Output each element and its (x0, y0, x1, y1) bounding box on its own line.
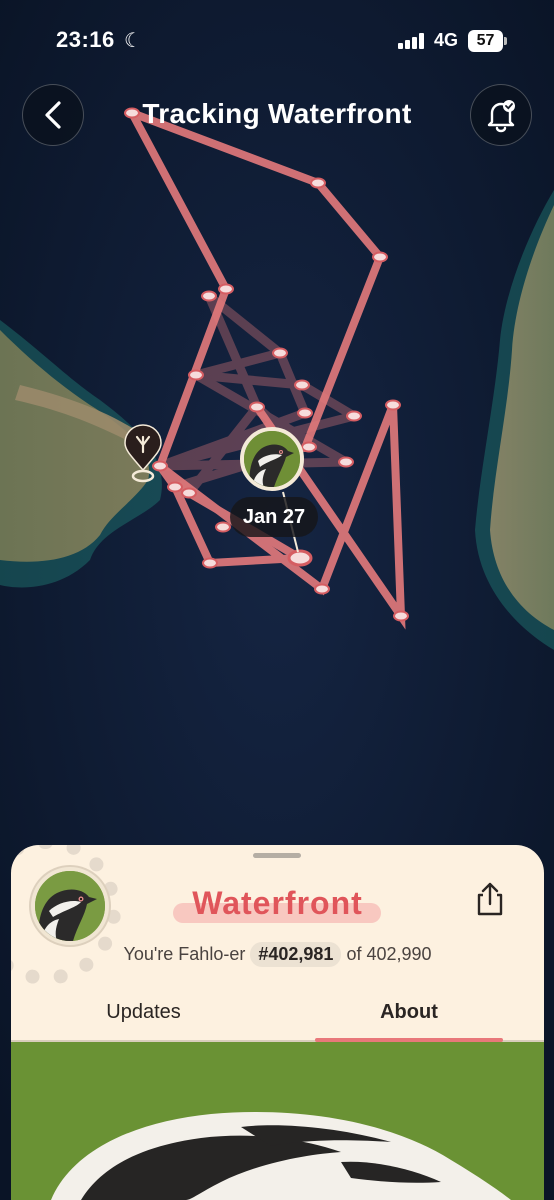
rank-badge: #402,981 (250, 942, 342, 967)
battery-icon: 57 (468, 30, 508, 52)
moon-icon: ☾ (124, 30, 142, 52)
battery-level: 57 (468, 30, 503, 52)
sheet-grabber[interactable] (253, 853, 301, 858)
route-node[interactable] (294, 379, 310, 391)
route-node[interactable] (249, 401, 265, 413)
route-node[interactable] (188, 369, 204, 381)
route-node[interactable] (310, 177, 326, 189)
current-location-node[interactable] (287, 549, 313, 567)
signal-icon (398, 33, 426, 49)
route-node[interactable] (301, 441, 317, 453)
penguin-avatar-icon (244, 431, 300, 487)
bell-check-icon (487, 100, 515, 133)
tab-updates[interactable]: Updates (51, 990, 236, 1042)
share-icon (477, 882, 503, 916)
route-node[interactable] (167, 481, 183, 493)
route-node[interactable] (393, 610, 409, 622)
about-hero-image (11, 1042, 544, 1200)
route-node[interactable] (215, 521, 231, 533)
status-bar: 23:16 ☾ 4G 57 (0, 0, 554, 84)
route-node[interactable] (201, 290, 217, 302)
route-node[interactable] (218, 283, 234, 295)
route-node[interactable] (346, 410, 362, 422)
route-node[interactable] (338, 456, 354, 468)
route-node[interactable] (385, 399, 401, 411)
network-type: 4G (434, 30, 459, 50)
screen: Jan 27 23:16 ☾ 4G 57 Tracking Waterfront (0, 0, 554, 1200)
profile-sheet[interactable]: Waterfront You're Fahlo-er #402,981 of 4… (11, 845, 544, 1200)
penguin-location-marker[interactable] (240, 427, 304, 491)
notifications-button[interactable] (470, 84, 532, 146)
share-button[interactable] (473, 881, 507, 917)
route-node[interactable] (272, 347, 288, 359)
route-node[interactable] (297, 407, 313, 419)
route-node[interactable] (202, 557, 218, 569)
route-node[interactable] (314, 583, 330, 595)
rank-line: You're Fahlo-er #402,981 of 402,990 (11, 942, 544, 967)
route-node[interactable] (372, 251, 388, 263)
penguin-name: Waterfront (192, 885, 363, 921)
status-time: 23:16 (56, 27, 115, 52)
tab-about[interactable]: About (315, 990, 503, 1042)
tab-bar: Updates About (11, 990, 544, 1042)
date-label: Jan 27 (230, 497, 318, 537)
rank-prefix: You're Fahlo-er (123, 944, 246, 964)
route-node[interactable] (152, 460, 168, 472)
rank-total: of 402,990 (346, 944, 432, 964)
route-node[interactable] (181, 487, 197, 499)
penguin-photo (11, 1042, 544, 1200)
